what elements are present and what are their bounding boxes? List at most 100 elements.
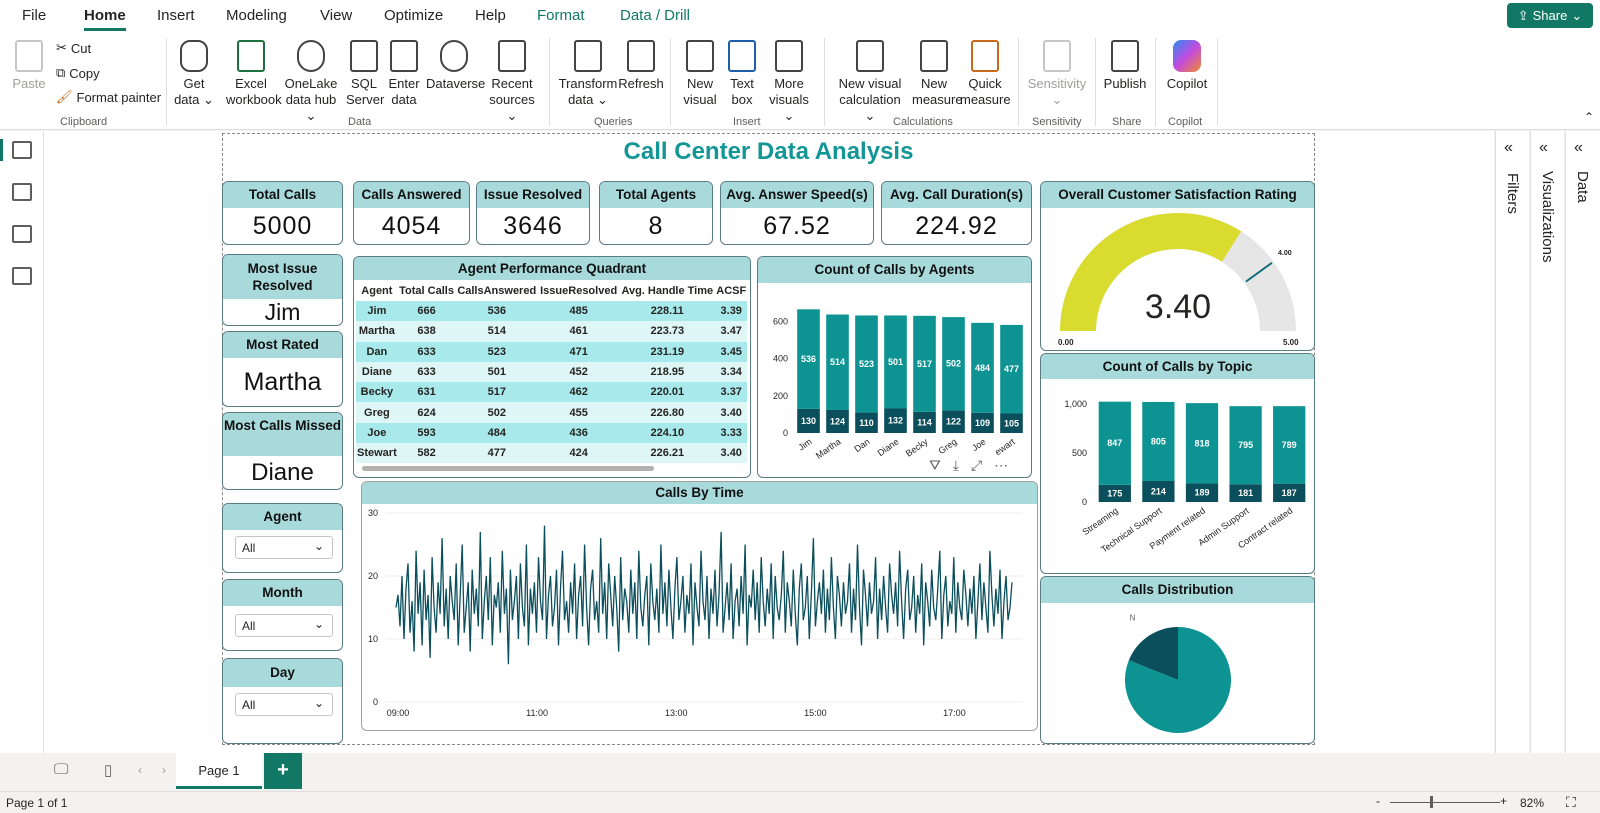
table-header-cell[interactable]: CallsAnswered bbox=[455, 281, 538, 301]
kpi-card-avg-answer-speed[interactable]: Avg. Answer Speed(s) 67.52 bbox=[720, 181, 874, 245]
sql-server-button[interactable]: SQL Server bbox=[346, 40, 384, 108]
copy-button[interactable]: ⧉ Copy bbox=[56, 65, 100, 81]
enter-data-button[interactable]: Enter data bbox=[386, 40, 422, 108]
mobile-layout-icon[interactable]: ▯ bbox=[104, 761, 112, 779]
satisfaction-gauge[interactable]: Overall Customer Satisfaction Rating 3.4… bbox=[1040, 181, 1315, 351]
slicer-dropdown-agent[interactable]: All ⌄ bbox=[235, 536, 333, 559]
table-row[interactable]: Joe 593 484 436 224.10 3.33 bbox=[356, 422, 747, 444]
publish-button[interactable]: Publish bbox=[1102, 40, 1148, 92]
cut-button[interactable]: ✂ Cut bbox=[56, 40, 91, 56]
calls-distribution-chart[interactable]: Calls Distribution NY bbox=[1040, 576, 1315, 744]
ribbon-separator bbox=[1018, 38, 1019, 126]
menu-modeling[interactable]: Modeling bbox=[226, 7, 287, 24]
kpi-card-total-agents[interactable]: Total Agents 8 bbox=[599, 181, 713, 245]
calls-by-time-chart[interactable]: Calls By Time 0 10 20 30 09:00 11:00 13:00 15:0… bbox=[361, 481, 1038, 731]
new-measure-button[interactable]: New measure bbox=[912, 40, 963, 108]
fit-to-page-icon[interactable]: ⛶ bbox=[1566, 794, 1576, 811]
filter-icon[interactable]: ⛛ bbox=[929, 457, 941, 474]
table-header-cell[interactable]: IssueResolved bbox=[538, 281, 619, 301]
refresh-button[interactable]: Refresh bbox=[618, 40, 664, 92]
paste-button[interactable]: Paste bbox=[12, 40, 46, 92]
slicer-day[interactable]: Day All ⌄ bbox=[222, 658, 343, 744]
card-most-issue-resolved[interactable]: Most Issue Resolved Jim bbox=[222, 254, 343, 326]
expand-visualizations-icon[interactable]: « bbox=[1539, 139, 1548, 157]
quick-measure-button[interactable]: Quick measure bbox=[960, 40, 1011, 108]
transform-data-button[interactable]: Transform data ⌄ bbox=[558, 40, 618, 108]
model-view-icon[interactable] bbox=[12, 225, 32, 243]
slicer-dropdown-day[interactable]: All ⌄ bbox=[235, 693, 333, 716]
table-header-cell[interactable]: ACSF bbox=[715, 281, 747, 301]
get-data-button[interactable]: Get data ⌄ bbox=[174, 40, 214, 108]
zoom-in-button[interactable]: + bbox=[1500, 794, 1507, 808]
dataverse-button[interactable]: Dataverse bbox=[426, 40, 485, 92]
zoom-slider[interactable] bbox=[1390, 802, 1500, 803]
expand-filters-icon[interactable]: « bbox=[1504, 139, 1513, 157]
sensitivity-button[interactable]: Sensitivity ⌄ bbox=[1026, 40, 1088, 108]
zoom-slider-thumb[interactable] bbox=[1430, 796, 1433, 808]
zoom-out-button[interactable]: - bbox=[1376, 794, 1380, 808]
table-cell: 517 bbox=[455, 382, 539, 403]
card-most-calls-missed[interactable]: Most Calls Missed Diane bbox=[222, 412, 343, 490]
focus-mode-icon[interactable]: ⤢ bbox=[971, 457, 982, 474]
page-tab-page-1[interactable]: Page 1 bbox=[176, 753, 262, 789]
table-header-cell[interactable]: Avg. Handle Time bbox=[619, 281, 715, 301]
desktop-layout-icon[interactable]: 🖵 bbox=[54, 761, 68, 778]
visualizations-pane[interactable]: « Visualizations bbox=[1530, 131, 1564, 753]
table-row[interactable]: Stewart 582 477 424 226.21 3.40 bbox=[356, 443, 747, 464]
more-visuals-button[interactable]: More visuals ⌄ bbox=[762, 40, 816, 124]
menu-optimize[interactable]: Optimize bbox=[384, 7, 443, 24]
table-horizontal-scrollbar[interactable] bbox=[362, 466, 654, 471]
table-view-icon[interactable] bbox=[12, 183, 32, 201]
slicer-dropdown-month[interactable]: All ⌄ bbox=[235, 614, 333, 637]
menu-help[interactable]: Help bbox=[475, 7, 506, 24]
next-page-icon[interactable]: › bbox=[162, 763, 166, 777]
kpi-card-avg-call-duration[interactable]: Avg. Call Duration(s) 224.92 bbox=[881, 181, 1032, 245]
table-header-cell[interactable]: Total Calls bbox=[398, 281, 456, 301]
previous-page-icon[interactable]: ‹ bbox=[138, 763, 142, 777]
data-pane[interactable]: « Data bbox=[1565, 131, 1600, 753]
table-cell: 485 bbox=[538, 301, 620, 322]
copilot-button[interactable]: Copilot bbox=[1164, 40, 1210, 92]
menu-file[interactable]: File bbox=[22, 7, 46, 24]
filters-pane[interactable]: « Filters bbox=[1495, 131, 1529, 753]
menu-insert[interactable]: Insert bbox=[157, 7, 195, 24]
table-cell: 223.73 bbox=[619, 321, 716, 342]
menu-home[interactable]: Home bbox=[84, 7, 126, 31]
calls-by-agents-chart[interactable]: Count of Calls by Agents 0 200 400 600 130 53… bbox=[757, 256, 1032, 478]
kpi-card-issue-resolved[interactable]: Issue Resolved 3646 bbox=[476, 181, 590, 245]
table-row[interactable]: Diane 633 501 452 218.95 3.34 bbox=[356, 361, 747, 383]
table-row[interactable]: Jim 666 536 485 228.11 3.39 bbox=[356, 301, 747, 322]
table-row[interactable]: Greg 624 502 455 226.80 3.40 bbox=[356, 402, 747, 423]
slicer-month[interactable]: Month All ⌄ bbox=[222, 579, 343, 651]
kpi-card-total-calls[interactable]: Total Calls 5000 bbox=[222, 181, 343, 245]
zoom-level: 82% bbox=[1520, 796, 1545, 810]
recent-sources-button[interactable]: Recent sources ⌄ bbox=[484, 40, 540, 124]
text-box-button[interactable]: Text box bbox=[724, 40, 760, 108]
menu-format[interactable]: Format bbox=[537, 7, 585, 24]
drill-icon[interactable]: ⤓ bbox=[953, 457, 959, 474]
table-header-cell[interactable]: Agent bbox=[356, 281, 398, 301]
add-page-button[interactable]: + bbox=[264, 753, 302, 789]
slicer-agent[interactable]: Agent All ⌄ bbox=[222, 503, 343, 573]
table-row[interactable]: Dan 633 523 471 231.19 3.45 bbox=[356, 341, 747, 362]
calls-by-topic-chart[interactable]: Count of Calls by Topic 0 500 1,000 175 847 S… bbox=[1040, 353, 1315, 574]
expand-data-icon[interactable]: « bbox=[1574, 139, 1583, 157]
more-options-icon[interactable]: ⋯ bbox=[994, 457, 1008, 474]
report-view-icon[interactable] bbox=[12, 141, 32, 159]
data-label: 181 bbox=[1238, 488, 1253, 498]
table-row[interactable]: Becky 631 517 462 220.01 3.37 bbox=[356, 382, 747, 403]
onelake-data-hub-button[interactable]: OneLake data hub ⌄ bbox=[280, 40, 342, 124]
new-visual-button[interactable]: New visual bbox=[680, 40, 720, 108]
table-title: Agent Performance Quadrant bbox=[354, 257, 750, 280]
format-painter-button[interactable]: 🖌 Format painter bbox=[56, 89, 161, 105]
menu-view[interactable]: View bbox=[320, 7, 352, 24]
excel-workbook-button[interactable]: Excel workbook bbox=[226, 40, 282, 108]
share-button[interactable]: ⇪ Share ⌄ bbox=[1507, 3, 1593, 28]
dax-query-view-icon[interactable] bbox=[12, 267, 32, 285]
new-visual-calculation-button[interactable]: New visual calculation ⌄ bbox=[834, 40, 906, 124]
collapse-ribbon-icon[interactable]: ⌃ bbox=[1584, 110, 1594, 124]
card-most-rated[interactable]: Most Rated Martha bbox=[222, 331, 343, 407]
table-row[interactable]: Martha 638 514 461 223.73 3.47 bbox=[356, 321, 747, 342]
kpi-card-calls-answered[interactable]: Calls Answered 4054 bbox=[353, 181, 470, 245]
menu-data-drill[interactable]: Data / Drill bbox=[620, 7, 690, 24]
